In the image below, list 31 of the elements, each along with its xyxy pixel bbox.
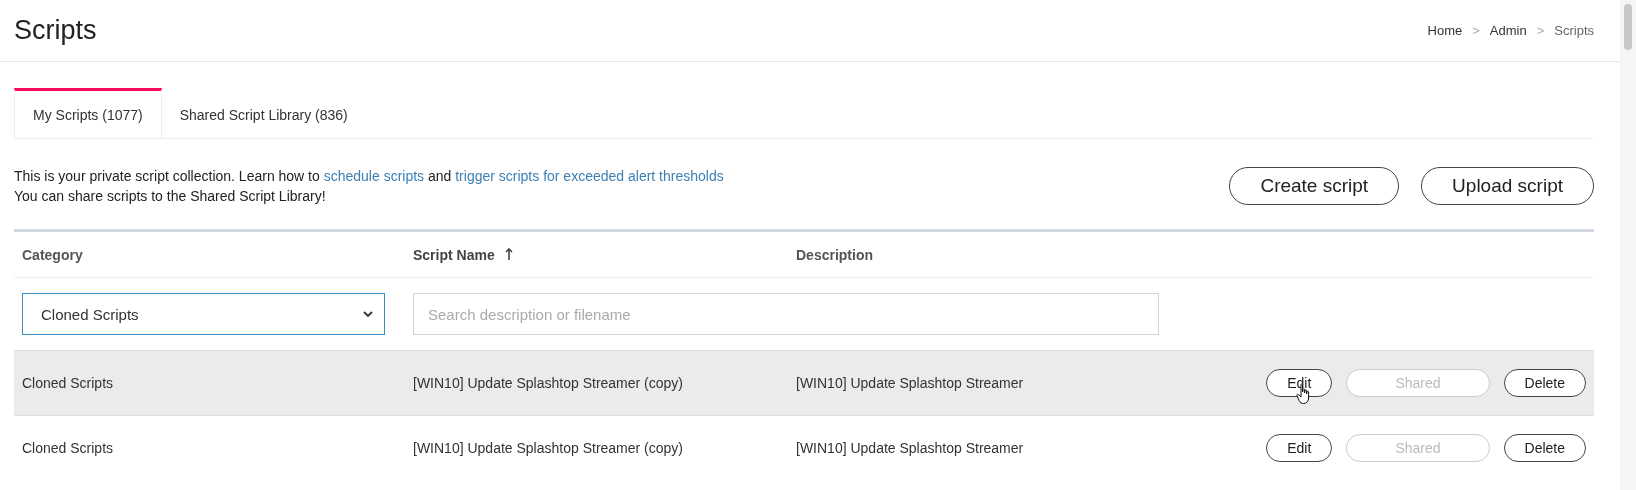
column-header[interactable]: Category (22, 246, 83, 263)
breadcrumb-item[interactable]: Admin (1489, 23, 1527, 38)
column-header[interactable]: Description (796, 246, 873, 263)
action-button[interactable]: Create script (1229, 167, 1400, 205)
help-link[interactable]: schedule scripts (323, 168, 425, 184)
breadcrumb-item: Scripts (1554, 23, 1594, 38)
intro-text: This is your private script collection. Learn how to schedule scripts and trigger scripts for exceeded alert thresholds (14, 168, 724, 184)
category-select[interactable]: Cloned Scripts (22, 293, 385, 335)
row-button[interactable]: Edit (1266, 434, 1333, 462)
scrollbar-thumb[interactable] (1624, 4, 1632, 50)
row-button[interactable]: Delete (1503, 434, 1586, 462)
breadcrumb-item[interactable]: Home (1427, 23, 1463, 38)
share-note: You can share scripts to the Shared Script Library! (14, 188, 327, 204)
tab[interactable]: My Scripts (1077) (14, 88, 162, 138)
sort-arrow-icon (504, 248, 513, 261)
help-link[interactable]: trigger scripts for exceeded alert thresholds (455, 168, 724, 184)
column-header[interactable]: Script Name (413, 246, 495, 263)
table-cell-text: [WIN10] Update Splashtop Streamer (795, 440, 1025, 456)
table-cell-text: [WIN10] Update Splashtop Streamer (795, 375, 1025, 391)
page-title: Scripts (14, 15, 97, 46)
search-field[interactable]: Search description or filename (413, 293, 1159, 335)
table-cell-text: [WIN10] Update Splashtop Streamer (copy) (412, 375, 684, 391)
row-button[interactable]: Delete (1503, 369, 1586, 397)
table-cell-text: Cloned Scripts (21, 375, 115, 391)
row-button[interactable]: Edit (1266, 369, 1333, 397)
chevron-down-icon (362, 310, 374, 318)
table-cell-text: Cloned Scripts (21, 440, 115, 456)
table-cell-text: [WIN10] Update Splashtop Streamer (copy) (412, 440, 684, 456)
breadcrumb-separator: > (1536, 23, 1545, 38)
action-button[interactable]: Upload script (1421, 167, 1594, 205)
breadcrumb-separator: > (1472, 23, 1480, 38)
